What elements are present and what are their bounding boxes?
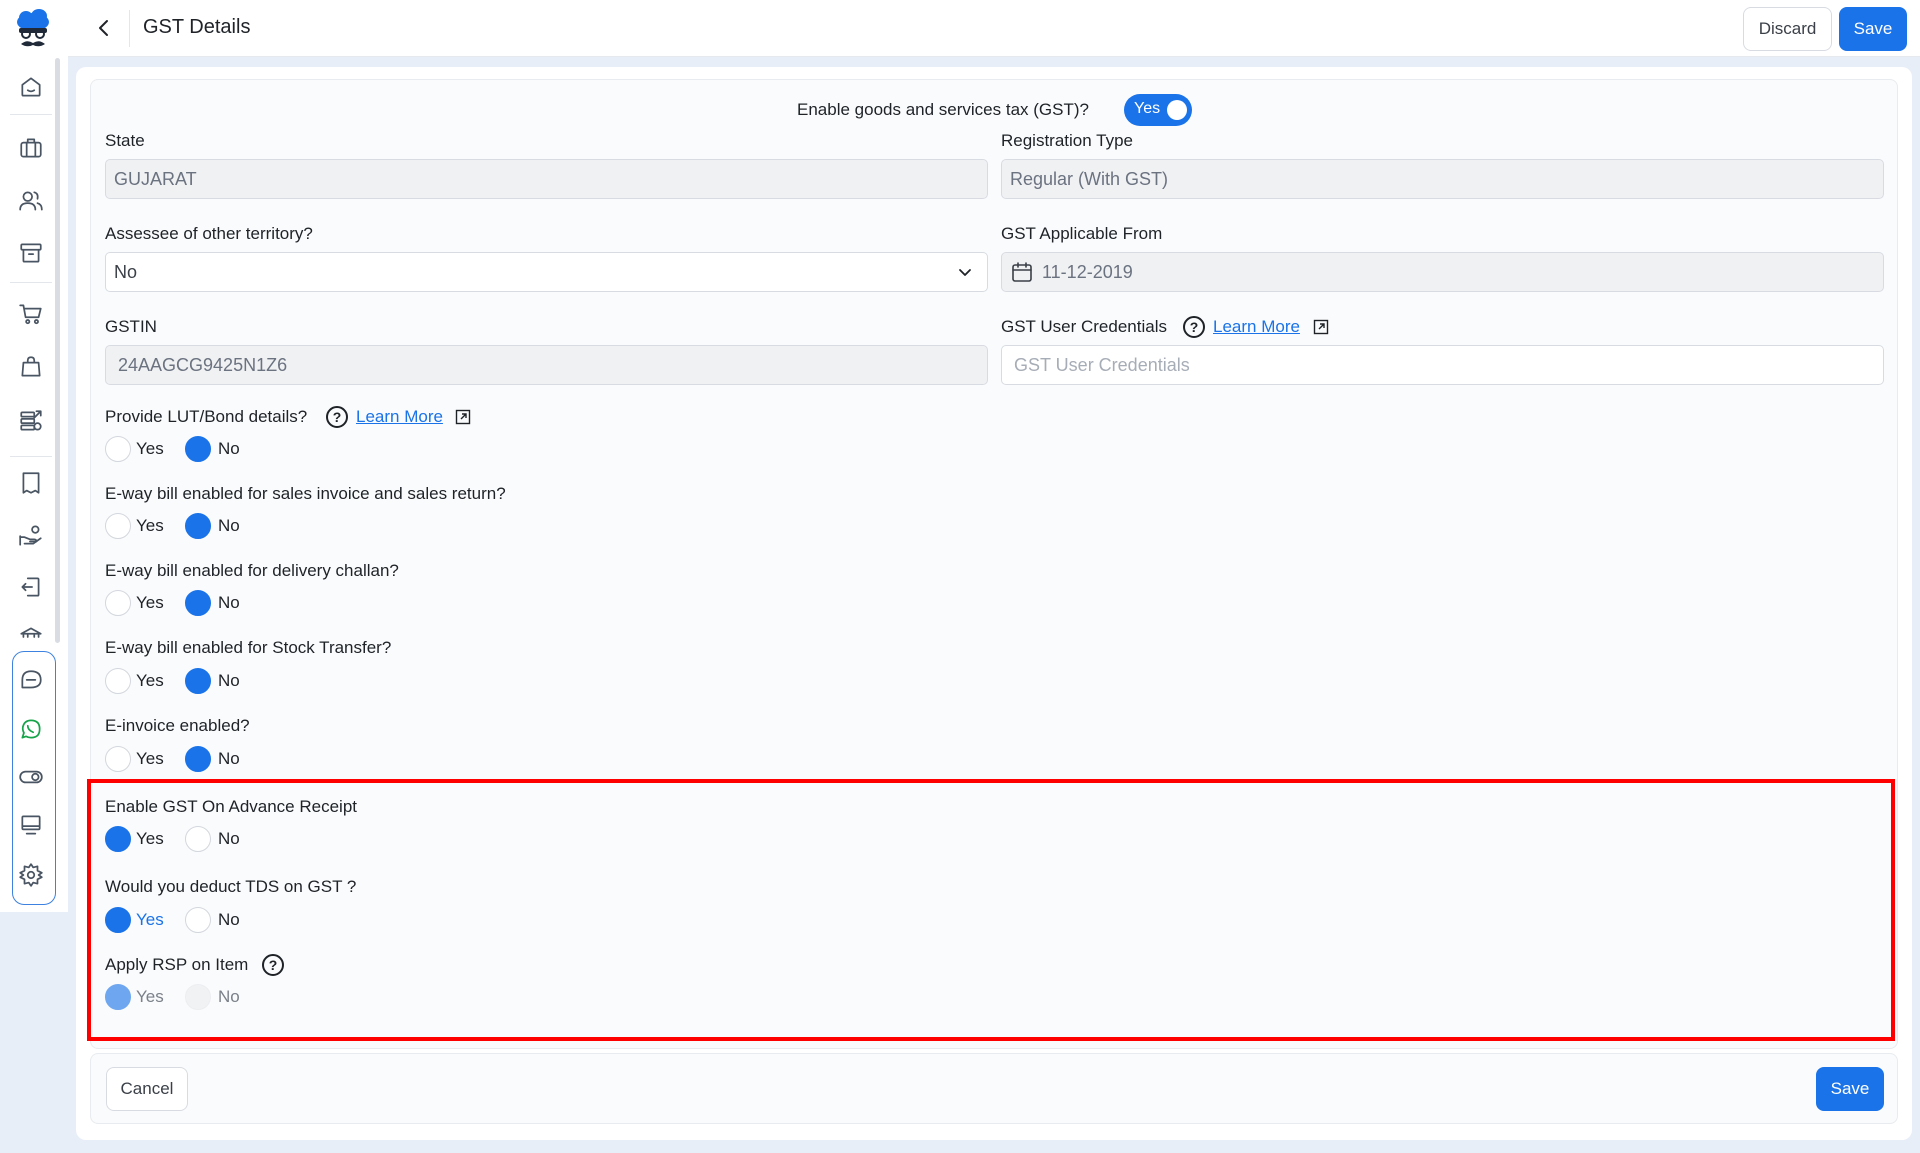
eway-sales-no-label: No <box>218 516 240 535</box>
page-title: GST Details <box>143 16 251 38</box>
credentials-learn-more-link[interactable]: Learn More <box>1213 317 1300 337</box>
sidebar <box>0 0 68 912</box>
rsp-help-icon[interactable]: ? <box>262 954 284 976</box>
tds-no-radio[interactable] <box>185 907 211 933</box>
lut-yes-label: Yes <box>136 439 164 458</box>
credentials-input[interactable]: GST User Credentials <box>1001 345 1884 385</box>
eway-stock-yes-label: Yes <box>136 671 164 690</box>
applicable-from-field: 11-12-2019 <box>1001 252 1884 292</box>
top-header: GST Details Discard Save <box>68 0 1920 57</box>
eway-challan-label: E-way bill enabled for delivery challan? <box>105 561 399 580</box>
bank-icon[interactable] <box>14 620 48 654</box>
eway-sales-label: E-way bill enabled for sales invoice and… <box>105 484 506 503</box>
gstin-field: 24AAGCG9425N1Z6 <box>105 345 988 385</box>
external-link-icon[interactable] <box>1313 319 1329 335</box>
receipt-icon[interactable] <box>14 466 48 500</box>
lut-no-radio[interactable] <box>185 436 211 462</box>
rsp-label: Apply RSP on Item <box>105 955 249 974</box>
header-save-button[interactable]: Save <box>1839 7 1907 51</box>
lut-yes-radio[interactable] <box>105 436 131 462</box>
eway-stock-no-radio[interactable] <box>185 668 211 694</box>
advance-yes-radio[interactable] <box>105 826 131 852</box>
briefcase-icon[interactable] <box>14 131 48 165</box>
footer-save-button[interactable]: Save <box>1816 1067 1884 1111</box>
assessee-value: No <box>114 261 138 282</box>
eway-sales-yes-label: Yes <box>136 516 164 535</box>
monitor-icon[interactable] <box>14 808 48 842</box>
toggle-icon[interactable] <box>14 760 48 794</box>
advance-no-radio[interactable] <box>185 826 211 852</box>
gear-icon[interactable] <box>14 858 48 892</box>
eway-challan-yes-label: Yes <box>136 593 164 612</box>
rsp-no-radio <box>185 984 211 1010</box>
state-label: State <box>105 131 145 150</box>
tds-yes-label: Yes <box>136 910 164 929</box>
eway-challan-no-radio[interactable] <box>185 590 211 616</box>
chevron-down-icon <box>959 269 971 276</box>
assessee-label: Assessee of other territory? <box>105 224 313 243</box>
rsp-no-label: No <box>218 987 240 1006</box>
home-icon[interactable] <box>14 70 48 104</box>
eway-sales-no-radio[interactable] <box>185 513 211 539</box>
einvoice-no-label: No <box>218 749 240 768</box>
bag-icon[interactable] <box>14 350 48 384</box>
users-icon[interactable] <box>14 184 48 218</box>
discard-button[interactable]: Discard <box>1743 7 1832 51</box>
advance-yes-label: Yes <box>136 829 164 848</box>
applicable-from-value: 11-12-2019 <box>1042 261 1133 282</box>
assessee-select[interactable]: No <box>105 252 988 292</box>
database-icon[interactable] <box>14 404 48 438</box>
lut-learn-more-link[interactable]: Learn More <box>356 407 443 427</box>
eway-challan-no-label: No <box>218 593 240 612</box>
lut-label: Provide LUT/Bond details? <box>105 407 308 426</box>
chevron-left-icon <box>99 20 108 36</box>
whatsapp-icon[interactable] <box>14 712 48 746</box>
cart-icon[interactable] <box>14 297 48 331</box>
applicable-from-label: GST Applicable From <box>1001 224 1163 243</box>
rsp-yes-label: Yes <box>136 987 164 1006</box>
eway-challan-yes-radio[interactable] <box>105 590 131 616</box>
registration-type-field: Regular (With GST) <box>1001 159 1884 199</box>
nav-divider <box>10 114 52 115</box>
exit-icon[interactable] <box>14 570 48 604</box>
advance-no-label: No <box>218 829 240 848</box>
hand-coins-icon[interactable] <box>14 518 48 552</box>
rsp-yes-radio <box>105 984 131 1010</box>
calendar-icon <box>1012 262 1032 282</box>
form-footer <box>90 1053 1898 1124</box>
toggle-knob <box>1167 100 1187 120</box>
eway-sales-yes-radio[interactable] <box>105 513 131 539</box>
tds-yes-radio[interactable] <box>105 907 131 933</box>
nav-divider <box>10 456 52 457</box>
lut-no-label: No <box>218 439 240 458</box>
tds-no-label: No <box>218 910 240 929</box>
lut-help-icon[interactable]: ? <box>326 406 348 428</box>
header-divider <box>129 10 130 47</box>
cancel-button[interactable]: Cancel <box>106 1067 188 1111</box>
einvoice-no-radio[interactable] <box>185 746 211 772</box>
back-button[interactable] <box>88 12 120 44</box>
gstin-label: GSTIN <box>105 317 157 336</box>
eway-stock-yes-radio[interactable] <box>105 668 131 694</box>
eway-stock-no-label: No <box>218 671 240 690</box>
advance-receipt-label: Enable GST On Advance Receipt <box>105 797 358 816</box>
einvoice-yes-radio[interactable] <box>105 746 131 772</box>
credentials-help-icon[interactable]: ? <box>1183 316 1205 338</box>
toggle-state-label: Yes <box>1134 100 1161 117</box>
eway-stock-label: E-way bill enabled for Stock Transfer? <box>105 638 392 657</box>
nav-divider <box>10 282 52 283</box>
external-link-icon[interactable] <box>455 409 471 425</box>
registration-type-label: Registration Type <box>1001 131 1133 150</box>
app-logo-icon[interactable] <box>13 8 53 52</box>
enable-gst-toggle[interactable]: Yes <box>1124 94 1192 126</box>
sidebar-scrollbar[interactable] <box>55 58 60 643</box>
einvoice-yes-label: Yes <box>136 749 164 768</box>
enable-gst-label: Enable goods and services tax (GST)? <box>797 100 1089 119</box>
credentials-label: GST User Credentials <box>1001 317 1167 336</box>
einvoice-label: E-invoice enabled? <box>105 716 250 735</box>
state-field: GUJARAT <box>105 159 988 199</box>
chat-icon[interactable] <box>14 664 48 698</box>
archive-icon[interactable] <box>14 236 48 270</box>
tds-label: Would you deduct TDS on GST ? <box>105 877 357 896</box>
